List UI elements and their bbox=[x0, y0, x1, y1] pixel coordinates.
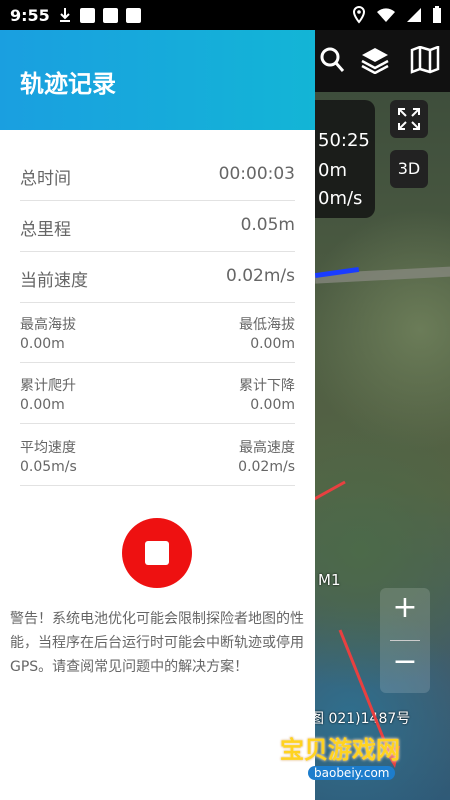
row-total-distance: 总里程 0.05m bbox=[20, 201, 295, 252]
max-speed-value: 0.02m/s bbox=[238, 459, 295, 475]
watermark-url: baobeiy.com bbox=[308, 766, 396, 780]
max-speed-label: 最高速度 bbox=[239, 440, 295, 456]
row-total-time: 总时间 00:00:03 bbox=[20, 150, 295, 201]
total-ascent-value: 0.00m bbox=[20, 397, 65, 413]
row-value: 0.02m/s bbox=[226, 266, 295, 286]
total-descent-label: 累计下降 bbox=[239, 378, 295, 394]
drawer-header: 轨迹记录 bbox=[0, 30, 315, 130]
drawer-title: 轨迹记录 bbox=[20, 70, 116, 98]
min-altitude-label: 最低海拔 bbox=[239, 317, 295, 333]
stop-icon bbox=[145, 541, 169, 565]
watermark-logo: 宝贝游戏网 baobeiy.com bbox=[268, 730, 448, 792]
pair-altitude: 最高海拔 0.00m 最低海拔 0.00m bbox=[20, 302, 295, 363]
min-altitude-value: 0.00m bbox=[250, 336, 295, 352]
max-altitude-label: 最高海拔 bbox=[20, 317, 76, 333]
row-label: 总里程 bbox=[20, 220, 71, 240]
max-altitude-value: 0.00m bbox=[20, 336, 65, 352]
row-value: 00:00:03 bbox=[218, 164, 295, 184]
total-descent-value: 0.00m bbox=[250, 397, 295, 413]
row-label: 总时间 bbox=[20, 169, 71, 189]
stop-recording-button[interactable] bbox=[122, 518, 192, 588]
battery-warning-text: 警告！系统电池优化可能会限制探险者地图的性能，当程序在后台运行时可能会中断轨迹或… bbox=[10, 611, 304, 675]
watermark-text: 宝贝游戏网 bbox=[280, 736, 400, 764]
track-record-drawer: 轨迹记录 总时间 00:00:03 总里程 0.05m 当前速度 0.02m/s… bbox=[0, 30, 315, 800]
average-speed-label: 平均速度 bbox=[20, 440, 76, 456]
row-value: 0.05m bbox=[240, 215, 295, 235]
total-ascent-label: 累计爬升 bbox=[20, 378, 76, 394]
average-speed-value: 0.05m/s bbox=[20, 459, 77, 475]
pair-speed: 平均速度 0.05m/s 最高速度 0.02m/s bbox=[20, 425, 295, 486]
row-current-speed: 当前速度 0.02m/s bbox=[20, 252, 295, 303]
row-label: 当前速度 bbox=[20, 271, 88, 291]
pair-climb: 累计爬升 0.00m 累计下降 0.00m bbox=[20, 363, 295, 424]
